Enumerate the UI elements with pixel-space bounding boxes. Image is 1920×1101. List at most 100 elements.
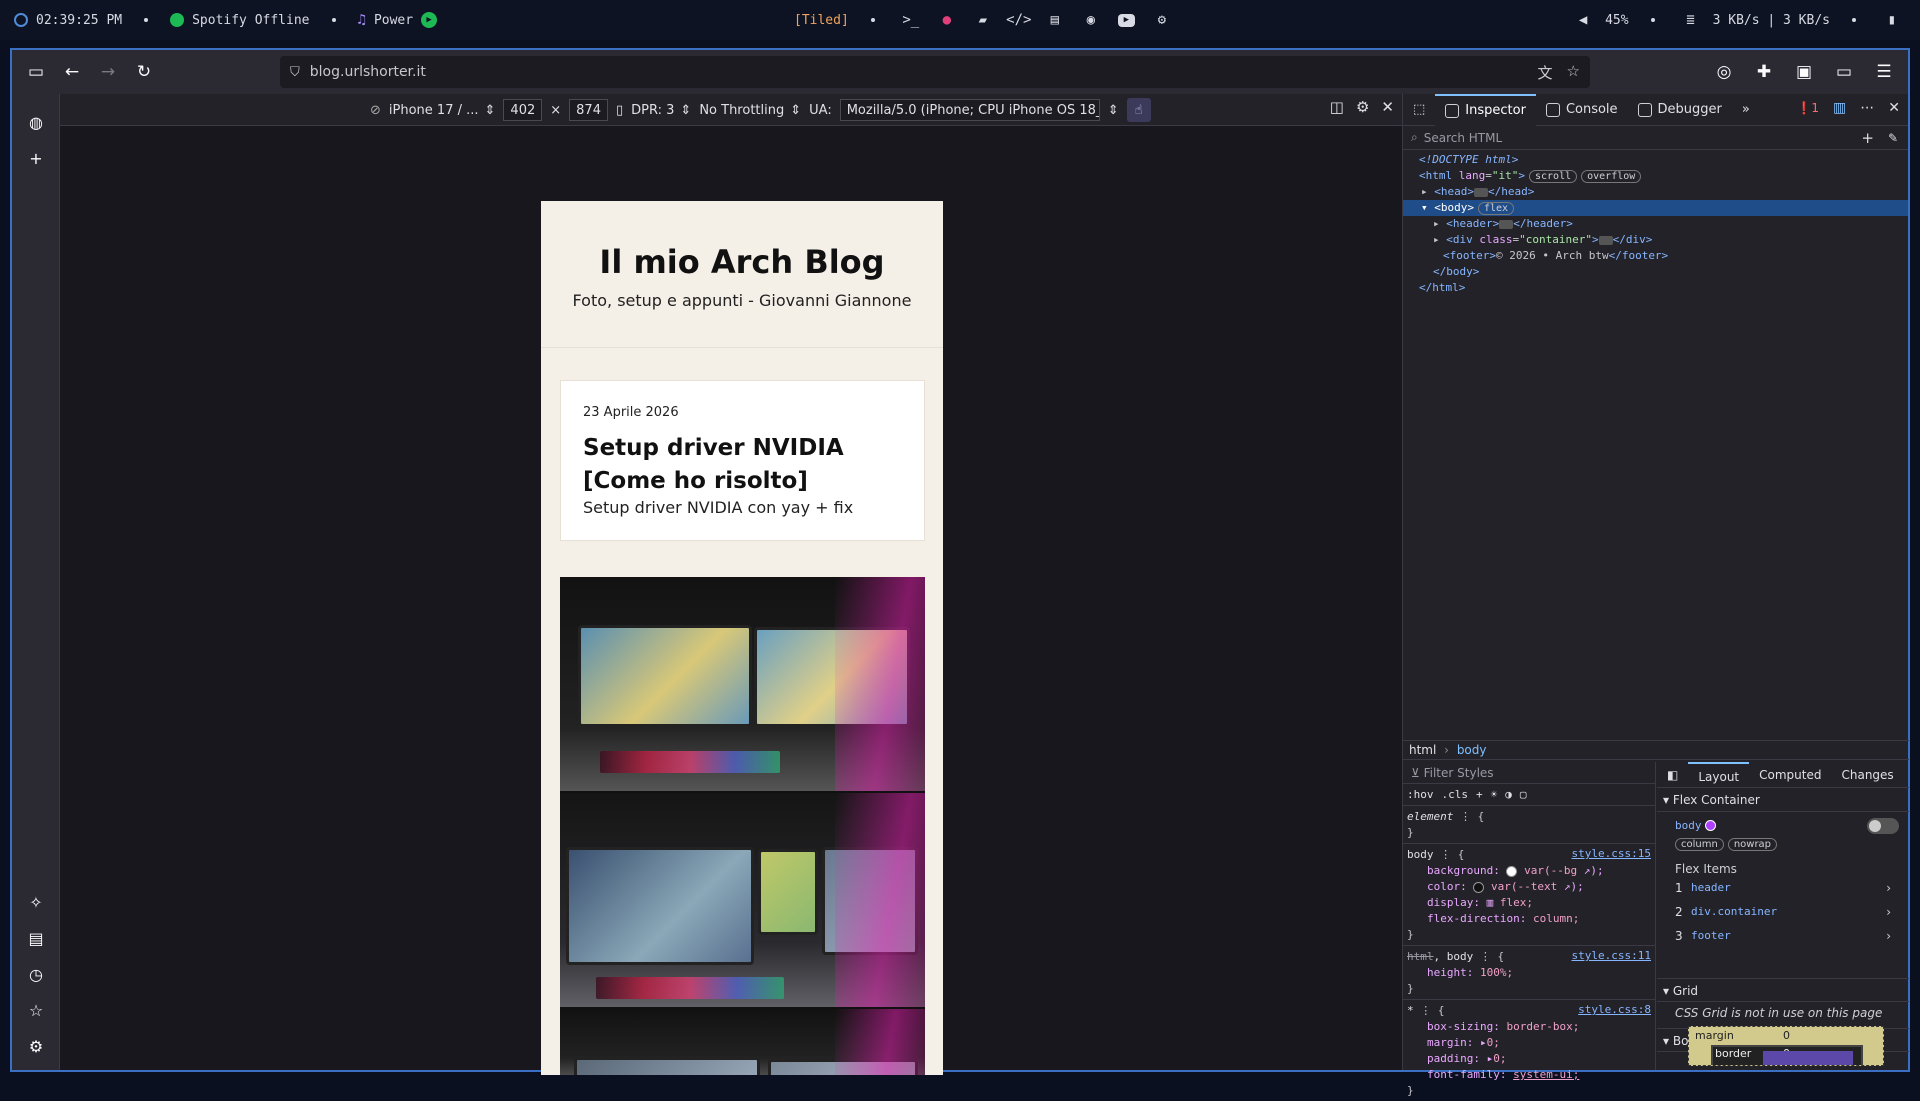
filter-styles-input[interactable]: ⊻ Filter Styles — [1403, 762, 1655, 784]
close-devtools-icon[interactable]: ✕ — [1888, 100, 1900, 116]
value[interactable]: 100%; — [1480, 966, 1513, 979]
tab-changes[interactable]: Changes — [1831, 762, 1903, 788]
pick-element-icon[interactable]: ⬚ — [1403, 94, 1435, 126]
container-name[interactable]: body — [1675, 819, 1702, 832]
ua-input[interactable]: Mozilla/5.0 (iPhone; CPU iPhone OS 18_6 … — [839, 99, 1100, 121]
value[interactable]: var(--text — [1491, 880, 1557, 893]
tab-debugger[interactable]: Debugger — [1628, 94, 1732, 126]
history-icon[interactable]: ◷ — [12, 956, 60, 992]
breadcrumb-html[interactable]: html — [1409, 743, 1436, 757]
gear-icon[interactable]: ⚙ — [1153, 11, 1171, 29]
youtube-icon[interactable]: ▶ — [1117, 13, 1135, 27]
value[interactable]: 0; — [1487, 1036, 1500, 1049]
spotify-icon[interactable] — [170, 13, 185, 27]
volume-level[interactable]: 45% — [1605, 13, 1628, 28]
print-icon[interactable]: ▢ — [1520, 788, 1527, 801]
post-title[interactable]: Setup driver NVIDIA [Come ho risolto] — [583, 432, 902, 498]
flex-badge[interactable]: flex — [1478, 202, 1515, 215]
dpr-select[interactable]: DPR: 3 ⇕ — [631, 103, 691, 118]
settings-gear-icon[interactable]: ⚙ — [12, 1028, 60, 1064]
source-link[interactable]: style.css:15 — [1572, 847, 1651, 860]
power-label[interactable]: Power — [374, 13, 413, 28]
book-icon[interactable]: ▤ — [1046, 11, 1064, 29]
clipboard-icon[interactable]: ▮ — [1883, 11, 1901, 29]
dark-mode-icon[interactable]: ◑ — [1505, 788, 1512, 801]
value[interactable]: system-ui; — [1513, 1068, 1579, 1081]
cls-toggle[interactable]: .cls — [1442, 788, 1469, 801]
search-html-bar[interactable]: ⌕ Search HTML + ✎ — [1403, 126, 1908, 150]
tab-layout[interactable]: Layout — [1688, 761, 1750, 788]
close-icon[interactable]: ✕ — [1381, 98, 1394, 116]
tree-node-html[interactable]: <html lang="it"> scroll overflow — [1403, 168, 1908, 184]
tree-node-doctype[interactable]: <!DOCTYPE html> — [1403, 152, 1908, 168]
property[interactable]: display — [1427, 896, 1473, 909]
terminal-icon[interactable]: >_ — [902, 11, 920, 29]
menu-icon[interactable]: ☰ — [1866, 56, 1902, 88]
source-link[interactable]: style.css:11 — [1572, 949, 1651, 962]
translate-icon[interactable]: 文 — [1538, 62, 1553, 83]
container-icon[interactable]: ▣ — [1786, 56, 1822, 88]
ellipsis[interactable] — [1598, 235, 1613, 245]
star-icon[interactable]: ☆ — [12, 992, 60, 1028]
device-select[interactable]: iPhone 17 / ... ⇕ — [389, 103, 496, 118]
more-tabs-icon[interactable]: » — [1732, 94, 1760, 126]
value[interactable]: border-box; — [1506, 1020, 1579, 1033]
error-count[interactable]: ❗1 — [1796, 101, 1819, 115]
extensions-icon[interactable]: ✚ — [1746, 56, 1782, 88]
account-icon[interactable]: ◎ — [1706, 56, 1742, 88]
light-mode-icon[interactable]: ☀ — [1491, 788, 1498, 801]
property[interactable]: color — [1427, 880, 1460, 893]
toggle-sidebar-icon[interactable]: ◧ — [1657, 762, 1688, 788]
flex-item[interactable]: 2 div.container › — [1675, 900, 1891, 924]
throttling-select[interactable]: No Throttling ⇕ — [699, 103, 801, 118]
tree-node-footer[interactable]: <footer>© 2026 • Arch btw</footer> — [1403, 248, 1908, 264]
value[interactable]: var(--bg — [1524, 864, 1577, 877]
globe-icon[interactable]: ◍ — [12, 104, 60, 140]
layout-mode[interactable]: [Tiled] — [794, 13, 849, 28]
search-html-input[interactable]: Search HTML — [1424, 131, 1502, 145]
width-input[interactable]: 402 — [503, 99, 543, 121]
eyedropper-icon[interactable]: ✎ — [1888, 131, 1898, 145]
breadcrumb-body[interactable]: body — [1457, 743, 1487, 757]
play-icon[interactable]: ▶ — [421, 12, 438, 28]
flexbox-highlight-toggle[interactable] — [1867, 818, 1899, 834]
value[interactable]: flex; — [1500, 896, 1533, 909]
scroll-badge[interactable]: scroll — [1529, 170, 1578, 183]
code-icon[interactable]: </> — [1006, 11, 1031, 29]
add-icon[interactable]: + — [12, 140, 60, 176]
highlight-swatch[interactable] — [1705, 820, 1717, 831]
flex-item[interactable]: 3 footer › — [1675, 924, 1891, 948]
value[interactable]: 0; — [1493, 1052, 1506, 1065]
property[interactable]: flex-direction — [1427, 912, 1520, 925]
expand-icon[interactable]: ▸ — [1433, 233, 1440, 246]
volume-icon[interactable]: ◀ — [1574, 11, 1592, 29]
flex-item[interactable]: 1 header › — [1675, 876, 1891, 900]
source-link[interactable]: style.css:8 — [1578, 1003, 1651, 1016]
rotate-icon[interactable]: ▯ — [616, 103, 623, 118]
grid-header[interactable]: ▾ Grid — [1657, 978, 1909, 1002]
tree-node-container[interactable]: ▸ <div class="container"> </div> — [1403, 232, 1908, 248]
back-button[interactable]: ← — [54, 56, 90, 88]
property[interactable]: box-sizing — [1427, 1020, 1493, 1033]
add-node-icon[interactable]: + — [1861, 129, 1874, 147]
bookmark-star-icon[interactable]: ☆ — [1567, 62, 1580, 83]
tab-inspector[interactable]: Inspector — [1435, 93, 1536, 126]
collapse-icon[interactable]: ▾ — [1421, 201, 1428, 214]
spotify-status[interactable]: Spotify Offline — [192, 13, 309, 28]
sidebar-toggle-icon[interactable]: ▭ — [18, 56, 54, 88]
tree-node-body[interactable]: ▾ <body> flex — [1403, 200, 1908, 216]
value[interactable]: column; — [1533, 912, 1579, 925]
url-bar[interactable]: ⛉ blog.urlshorter.it 文 ☆ — [280, 56, 1590, 88]
bm-margin-value[interactable]: 0 — [1783, 1029, 1790, 1042]
firefox-icon[interactable]: ● — [938, 11, 956, 29]
tab-computed[interactable]: Computed — [1749, 762, 1831, 788]
more-options-icon[interactable]: ⋯ — [1860, 100, 1874, 116]
save-icon[interactable]: ▤ — [12, 920, 60, 956]
tab-console[interactable]: Console — [1536, 94, 1628, 126]
property[interactable]: padding — [1427, 1052, 1473, 1065]
overflow-badge[interactable]: overflow — [1581, 170, 1642, 183]
folder-icon[interactable]: ▰ — [974, 11, 992, 29]
ellipsis[interactable] — [1499, 219, 1514, 229]
property[interactable]: background — [1427, 864, 1493, 877]
reload-button[interactable]: ↻ — [126, 56, 162, 88]
